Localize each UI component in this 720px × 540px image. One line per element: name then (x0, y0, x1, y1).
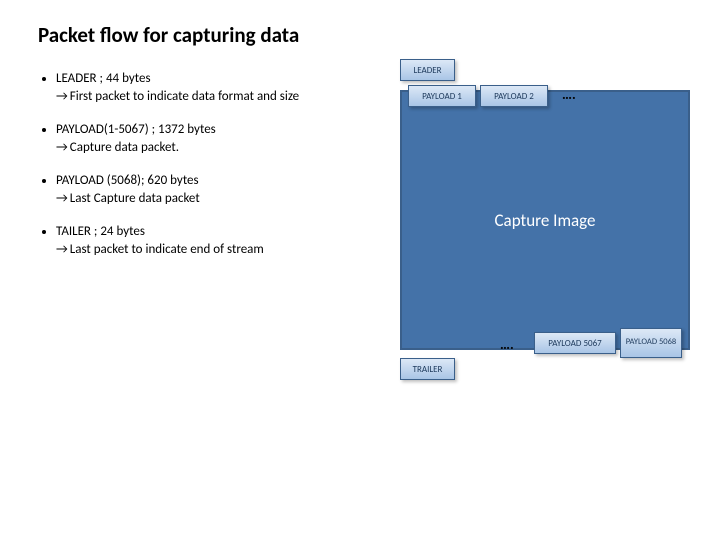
list-item: PAYLOAD(1-5067) ; 1372 bytes Capture dat… (56, 121, 378, 156)
bullet-sub: Last Capture data packet (56, 190, 378, 208)
bullet-sub: Capture data packet. (56, 139, 378, 157)
leader-packet: LEADER (400, 59, 455, 81)
bullet-sub: Last packet to indicate end of stream (56, 241, 378, 259)
list-item: TAILER ; 24 bytes Last packet to indicat… (56, 223, 378, 258)
slide: Packet flow for capturing data LEADER ; … (0, 0, 720, 540)
bullet-sub: First packet to indicate data format and… (56, 88, 378, 106)
ellipsis-top: …. (562, 86, 576, 103)
bullet-list: LEADER ; 44 bytes First packet to indica… (38, 70, 378, 274)
bullet-head: PAYLOAD (5068); 620 bytes (56, 173, 199, 188)
capture-image-box: Capture Image (400, 90, 690, 350)
bullet-head: LEADER ; 44 bytes (56, 71, 151, 86)
payload-5067-packet: PAYLOAD 5067 (534, 332, 616, 354)
list-item: LEADER ; 44 bytes First packet to indica… (56, 70, 378, 105)
payload-1-packet: PAYLOAD 1 (408, 85, 476, 107)
payload-2-packet: PAYLOAD 2 (480, 85, 548, 107)
payload-5068-packet: PAYLOAD 5068 (620, 328, 682, 358)
list-item: PAYLOAD (5068); 620 bytes Last Capture d… (56, 172, 378, 207)
ellipsis-bottom: …. (500, 336, 514, 353)
page-title: Packet flow for capturing data (38, 22, 299, 48)
capture-label: Capture Image (494, 210, 595, 231)
bullet-head: PAYLOAD(1-5067) ; 1372 bytes (56, 122, 216, 137)
trailer-packet: TRAILER (400, 358, 455, 380)
bullet-head: TAILER ; 24 bytes (56, 224, 145, 239)
